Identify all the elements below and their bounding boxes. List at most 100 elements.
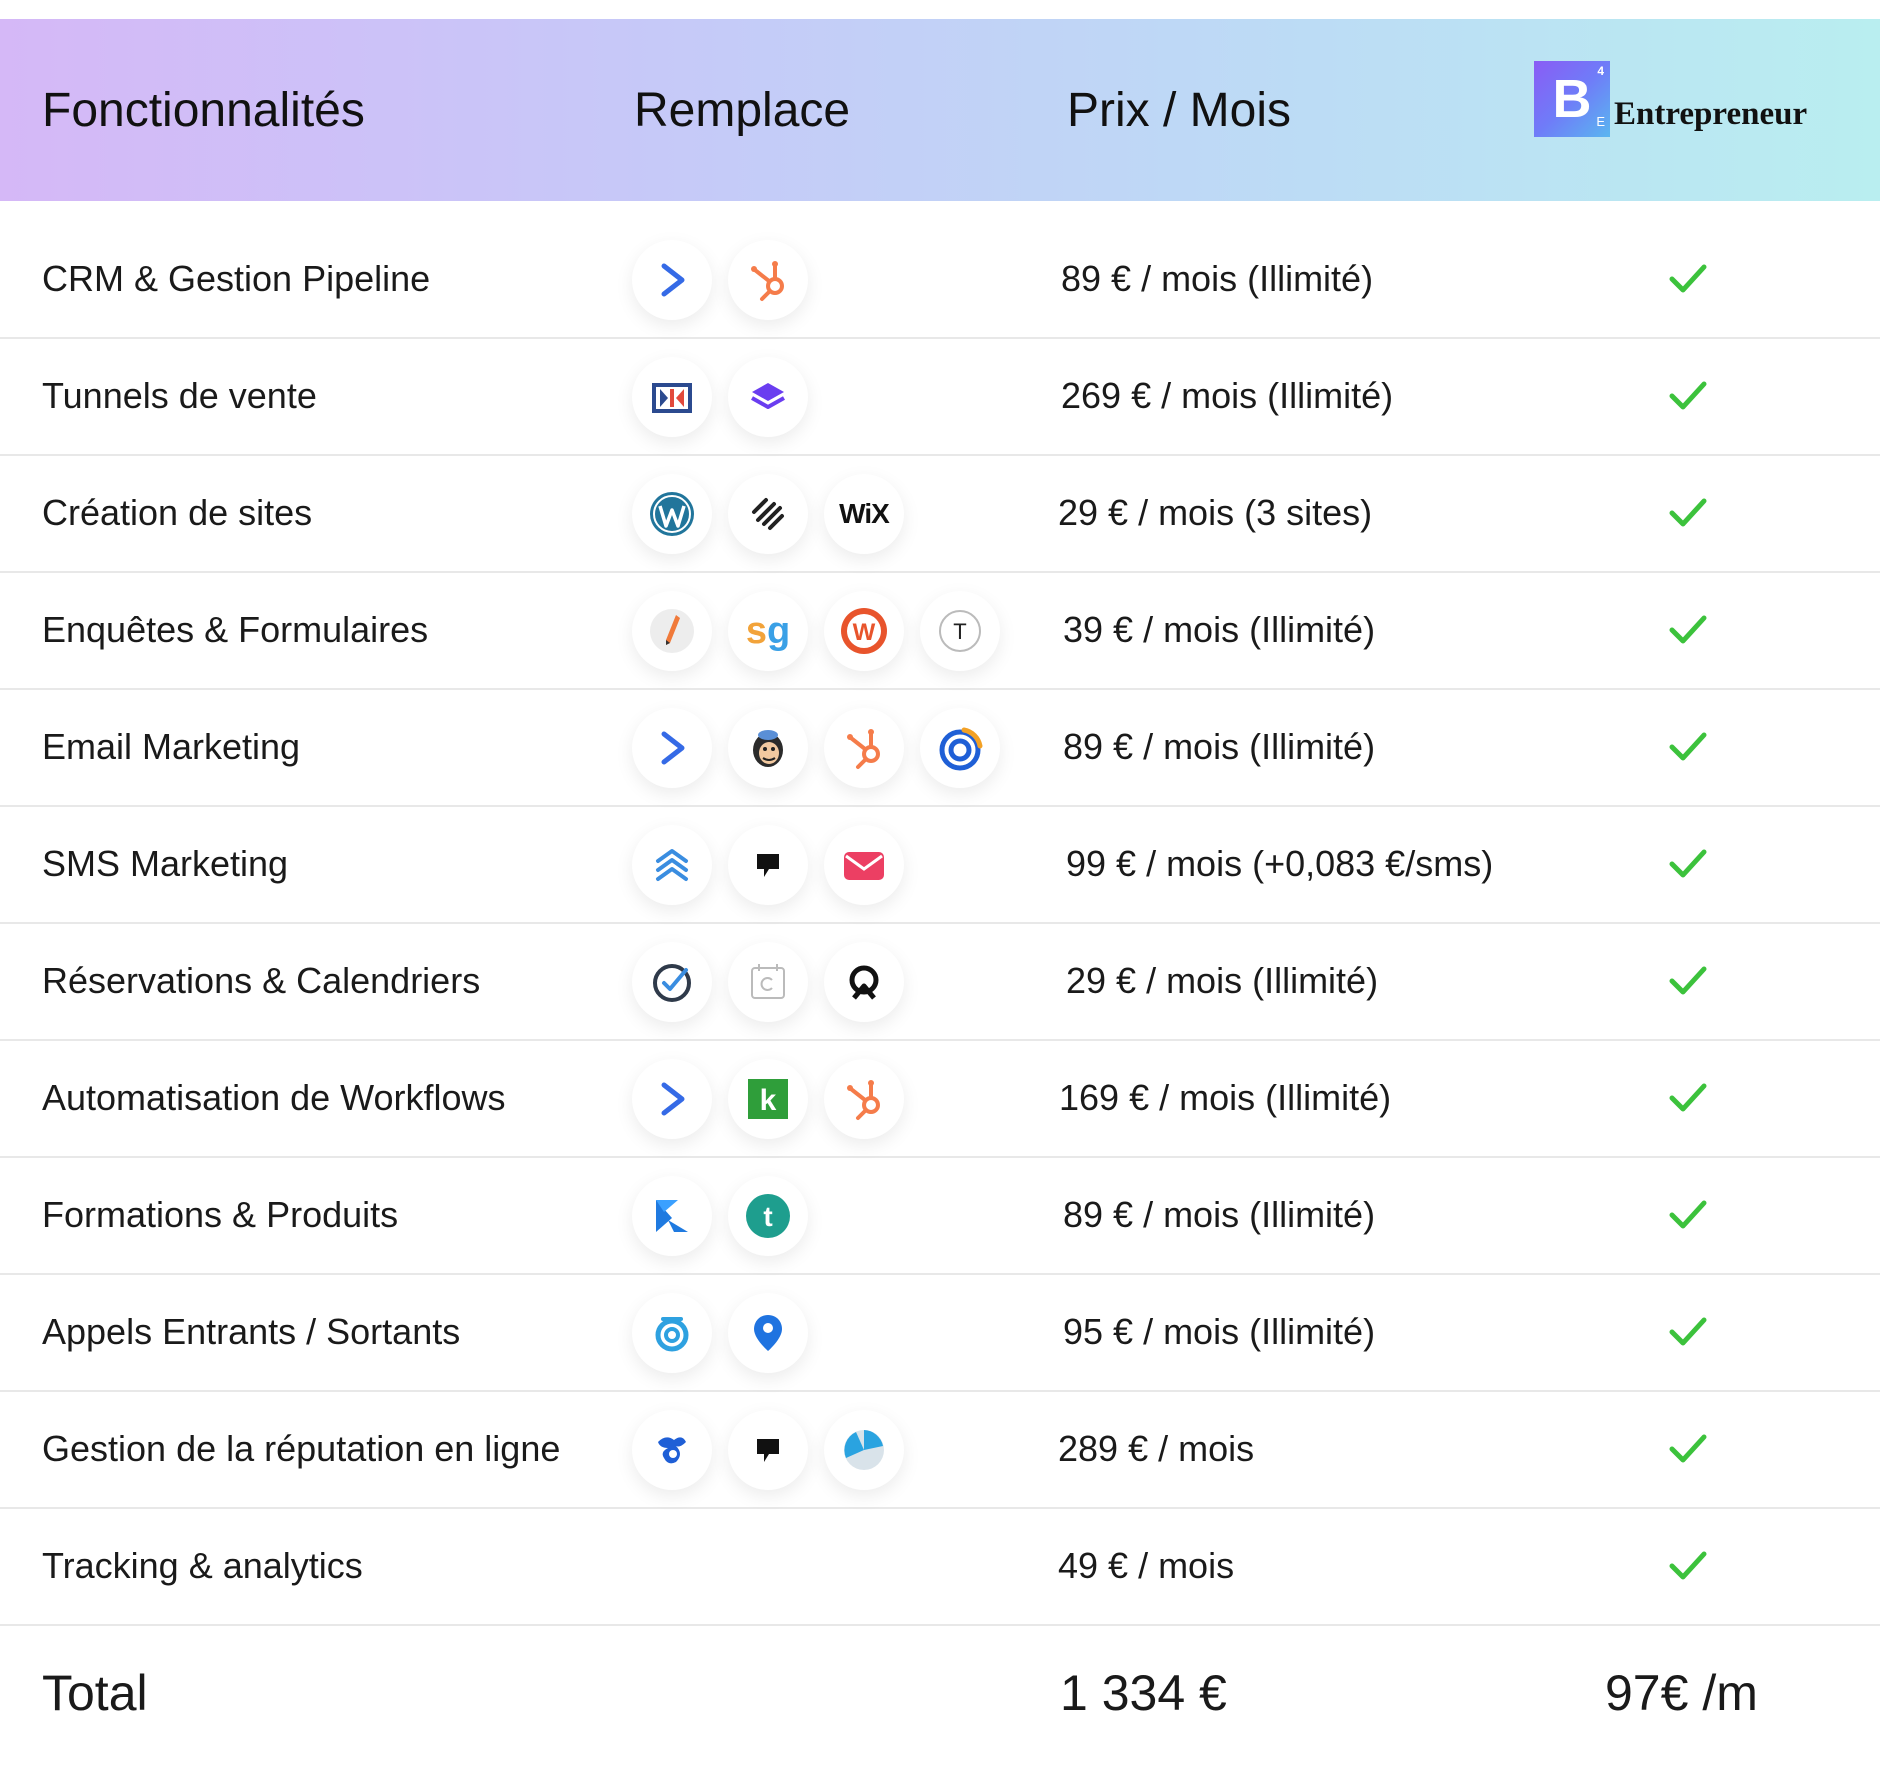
price-label: 269 € / mois (Illimité) <box>1061 374 1394 416</box>
table-row: Création de sites WiX 29 € / mois (3 sit… <box>0 454 1880 573</box>
price-label: 95 € / mois (Illimité) <box>1063 1310 1376 1352</box>
teachable-glyph: t <box>763 1201 772 1232</box>
total-label: Total <box>42 1665 148 1721</box>
total-price: 1 334 € <box>1060 1665 1227 1721</box>
table-row: CRM & Gestion Pipeline 89 € / mois (Illi… <box>0 220 1880 339</box>
replaced-tools <box>632 1293 824 1373</box>
acuity-check-icon <box>632 942 712 1022</box>
replaced-tools <box>632 1410 920 1490</box>
chevrons-icon <box>632 825 712 905</box>
check-icon <box>1669 381 1707 410</box>
price-label: 89 € / mois (Illimité) <box>1063 725 1376 767</box>
calendar-icon <box>728 942 808 1022</box>
replaced-tools <box>632 240 824 320</box>
keap-icon: k <box>728 1059 808 1139</box>
podium-icon <box>728 1410 808 1490</box>
layers-icon <box>728 357 808 437</box>
check-icon <box>1669 1317 1707 1346</box>
birdeye-icon <box>632 1410 712 1490</box>
table-row: Tunnels de vente 269 € / mois (Illimité) <box>0 337 1880 456</box>
table-row: Appels Entrants / Sortants 95 € / mois (… <box>0 1273 1880 1392</box>
envelope-icon <box>824 825 904 905</box>
constant-contact-icon <box>920 708 1000 788</box>
check-icon <box>1669 264 1707 293</box>
check-icon <box>1669 966 1707 995</box>
logo-letter: B <box>1552 69 1592 129</box>
table-row: Email Marketing 89 € / mois (Illimité) <box>0 688 1880 807</box>
hubspot-icon <box>824 708 904 788</box>
feature-label: Tunnels de vente <box>42 374 317 416</box>
surveygizmo-glyph-s: s <box>745 610 767 652</box>
check-icon <box>1669 1434 1707 1463</box>
activecampaign-icon <box>632 708 712 788</box>
wordpress-icon <box>632 474 712 554</box>
table-row: Automatisation de Workflows k 169 € / mo… <box>0 1039 1880 1158</box>
logo-mark: B 4 E <box>1534 61 1610 137</box>
price-label: 89 € / mois (Illimité) <box>1063 1193 1376 1235</box>
price-label: 29 € / mois (3 sites) <box>1058 491 1373 533</box>
typeform-glyph: T <box>953 619 966 644</box>
calendly-icon <box>824 942 904 1022</box>
teachable-icon: t <box>728 1176 808 1256</box>
replaced-tools: sg W T <box>632 591 1016 671</box>
table-row: SMS Marketing 99 € / mois (+0,083 €/sms) <box>0 805 1880 924</box>
podium-icon <box>728 825 808 905</box>
table-row: Formations & Produits t 89 € / mois (Ill… <box>0 1156 1880 1275</box>
squarespace-icon <box>728 474 808 554</box>
keap-glyph: k <box>760 1084 777 1117</box>
replaced-tools <box>632 825 920 905</box>
logo-sup: 4 <box>1597 64 1604 78</box>
pie-icon <box>824 1410 904 1490</box>
callrail-icon <box>632 1293 712 1373</box>
activecampaign-icon <box>632 1059 712 1139</box>
price-label: 39 € / mois (Illimité) <box>1063 608 1376 650</box>
check-icon <box>1669 1083 1707 1112</box>
replaced-tools <box>632 357 824 437</box>
clickfunnels-icon <box>632 357 712 437</box>
replaced-tools: t <box>632 1176 824 1256</box>
replaced-tools <box>632 942 920 1022</box>
kajabi-icon <box>632 1176 712 1256</box>
table-row: Enquêtes & Formulaires sg W T 39 € / moi… <box>0 571 1880 690</box>
column-header-replaces: Remplace <box>634 83 851 137</box>
feature-label: Automatisation de Workflows <box>42 1076 506 1118</box>
feature-label: Création de sites <box>42 491 313 533</box>
price-label: 289 € / mois <box>1058 1427 1255 1469</box>
typeform-icon: T <box>920 591 1000 671</box>
surveygizmo-icon: sg <box>728 591 808 671</box>
check-icon <box>1669 498 1707 527</box>
wix-icon: WiX <box>824 474 904 554</box>
check-icon <box>1669 1551 1707 1580</box>
table-row: Gestion de la réputation en ligne 289 € … <box>0 1390 1880 1509</box>
offer-price: 97€ /m <box>1605 1665 1758 1721</box>
activecampaign-icon <box>632 240 712 320</box>
surveygizmo-glyph-g: g <box>766 610 791 652</box>
wufoo-glyph: W <box>853 619 876 646</box>
table-header: Fonctionnalités Remplace Prix / Mois B 4… <box>0 19 1880 201</box>
total-row: Total 1 334 € 97€ /m <box>0 1628 1880 1758</box>
wufoo-icon: W <box>824 591 904 671</box>
feature-label: Email Marketing <box>42 725 301 767</box>
price-label: 49 € / mois <box>1058 1544 1235 1586</box>
check-icon <box>1669 849 1707 878</box>
replaced-tools <box>632 708 1016 788</box>
column-header-features: Fonctionnalités <box>42 83 365 137</box>
b4-entrepreneur-logo: B 4 E Entrepreneur <box>1534 61 1807 137</box>
feature-label: Enquêtes & Formulaires <box>42 608 429 650</box>
hubspot-icon <box>728 240 808 320</box>
check-icon <box>1669 1200 1707 1229</box>
wix-glyph: WiX <box>839 498 890 529</box>
price-label: 169 € / mois (Illimité) <box>1059 1076 1392 1118</box>
price-label: 29 € / mois (Illimité) <box>1066 959 1379 1001</box>
location-pin-icon <box>728 1293 808 1373</box>
check-icon <box>1669 732 1707 761</box>
check-icon <box>1669 615 1707 644</box>
hubspot-icon <box>824 1059 904 1139</box>
feature-label: SMS Marketing <box>42 842 289 884</box>
price-label: 89 € / mois (Illimité) <box>1061 257 1374 299</box>
price-label: 99 € / mois (+0,083 €/sms) <box>1066 842 1494 884</box>
feature-label: Tracking & analytics <box>42 1544 363 1586</box>
feature-label: Appels Entrants / Sortants <box>42 1310 461 1352</box>
feature-label: Gestion de la réputation en ligne <box>42 1427 561 1469</box>
table-row: Réservations & Calendriers 29 € / mois (… <box>0 922 1880 1041</box>
